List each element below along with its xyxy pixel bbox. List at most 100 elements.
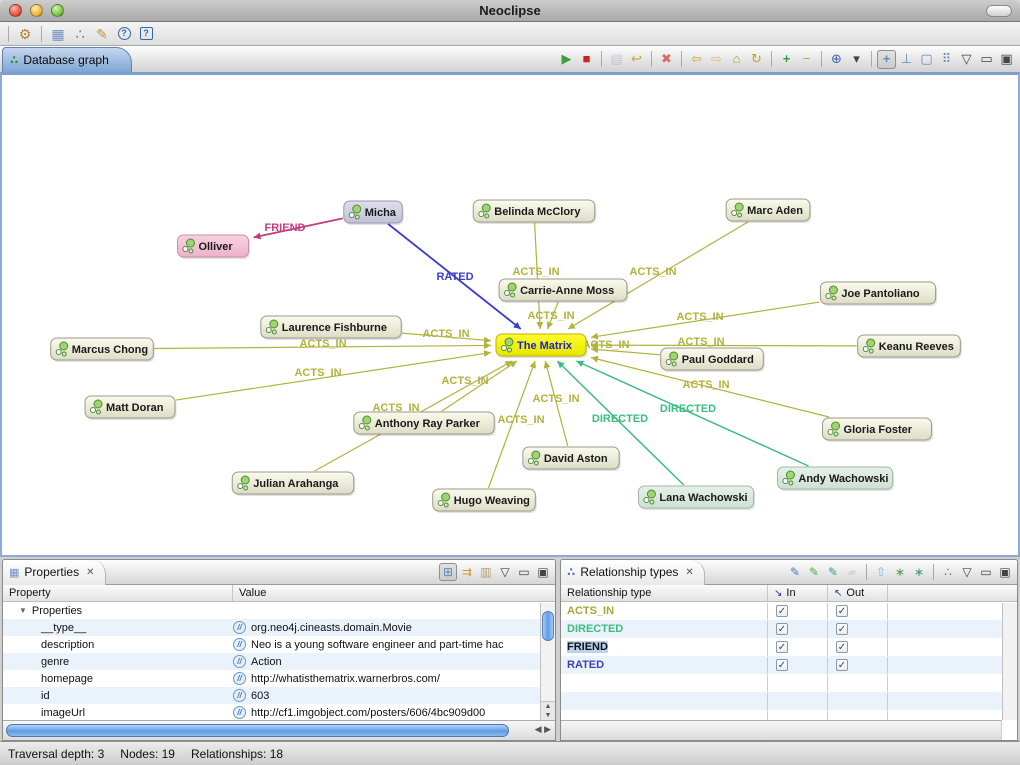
graph-node-lana[interactable]: Lana Wachowski <box>638 486 755 510</box>
property-row-type[interactable]: __type__//org.neo4j.cineasts.domain.Movi… <box>3 619 555 636</box>
properties-horizontal-scrollbar[interactable]: ◀ ▶ <box>3 720 555 740</box>
run-icon[interactable]: ▶ <box>557 50 576 69</box>
highlight-relationship-icon[interactable]: ✎ <box>786 563 804 581</box>
property-category-row[interactable]: ▼Properties <box>3 602 555 619</box>
marquee-select-icon[interactable]: ▢ <box>917 50 936 69</box>
graph-node-gloria[interactable]: Gloria Foster <box>823 418 933 442</box>
copy-table-icon[interactable]: ▥ <box>477 563 495 581</box>
graph-node-olliver[interactable]: Olliver <box>177 235 250 259</box>
disclosure-triangle-icon[interactable]: ▼ <box>19 606 27 615</box>
property-row-genre[interactable]: genre//Action <box>3 653 555 670</box>
column-header-relationship-type[interactable]: Relationship type <box>561 585 768 601</box>
minimize-view-icon[interactable]: ▭ <box>515 563 533 581</box>
magnifier-icon[interactable]: ⊕ <box>827 50 846 69</box>
preferences-gear-icon[interactable]: ⚙ <box>15 24 35 44</box>
graph-node-belinda[interactable]: Belinda McClory <box>473 200 596 224</box>
in-checkbox[interactable]: ✓ <box>776 659 788 671</box>
graph-node-marc[interactable]: Marc Aden <box>726 199 811 223</box>
graph-node-micha[interactable]: Micha <box>344 201 404 225</box>
dynamic-help-icon[interactable]: ? <box>136 24 156 44</box>
graph-node-marcus[interactable]: Marcus Chong <box>51 338 155 362</box>
zoom-out-icon[interactable]: − <box>797 50 816 69</box>
clear-highlight-icon[interactable]: ▰ <box>843 563 861 581</box>
view-menu-icon[interactable]: ▽ <box>496 563 514 581</box>
relationship-vertical-scrollbar[interactable] <box>1002 603 1017 720</box>
relationship-type-row-rated[interactable]: RATED✓✓ <box>561 656 1017 674</box>
highlighter-icon[interactable]: ✎ <box>92 24 112 44</box>
close-view-icon[interactable]: ✕ <box>685 567 693 578</box>
graph-node-joe[interactable]: Joe Pantoliano <box>820 282 937 306</box>
graph-node-david[interactable]: David Aston <box>523 447 621 471</box>
highlight-start-nodes-icon[interactable]: ✎ <box>805 563 823 581</box>
relationship-types-tab[interactable]: ∴ Relationship types ✕ <box>561 560 705 585</box>
column-header-value[interactable]: Value <box>233 585 555 601</box>
save-icon[interactable]: ▤ <box>607 50 626 69</box>
view-menu-icon[interactable]: ▽ <box>958 563 976 581</box>
grid-layout-icon[interactable]: ⠿ <box>937 50 956 69</box>
column-header-out[interactable]: ↖ Out <box>828 585 888 601</box>
add-incoming-node-icon[interactable]: ∗ <box>910 563 928 581</box>
maximize-view-icon[interactable]: ▣ <box>997 50 1016 69</box>
properties-table-icon[interactable]: ▦ <box>48 24 68 44</box>
out-checkbox[interactable]: ✓ <box>836 605 848 617</box>
highlight-end-nodes-icon[interactable]: ✎ <box>824 563 842 581</box>
delete-icon[interactable]: ✖ <box>657 50 676 69</box>
refresh-icon[interactable]: ↻ <box>747 50 766 69</box>
tree-mode-icon[interactable]: ⊞ <box>439 563 457 581</box>
tab-database-graph[interactable]: ∴ Database graph <box>2 47 132 72</box>
minimize-view-icon[interactable]: ▭ <box>977 50 996 69</box>
maximize-view-icon[interactable]: ▣ <box>534 563 552 581</box>
column-header-property[interactable]: Property <box>3 585 233 601</box>
property-row-id[interactable]: id//603 <box>3 687 555 704</box>
scrollbar-thumb[interactable] <box>542 611 554 641</box>
graph-node-matrix[interactable]: The Matrix <box>496 334 588 358</box>
relationship-type-row-friend[interactable]: FRIEND✓✓ <box>561 638 1017 656</box>
graph-node-julian[interactable]: Julian Arahanga <box>232 472 355 496</box>
properties-vertical-scrollbar[interactable]: ▲▼ <box>540 603 555 720</box>
revert-icon[interactable]: ↩ <box>627 50 646 69</box>
minimize-view-icon[interactable]: ▭ <box>977 563 995 581</box>
add-relationship-icon[interactable]: ⇧ <box>872 563 890 581</box>
zoom-in-icon[interactable]: + <box>777 50 796 69</box>
relationship-type-row-directed[interactable]: DIRECTED✓✓ <box>561 620 1017 638</box>
new-relationship-type-icon[interactable]: ∴ <box>939 563 957 581</box>
follow-selection-icon[interactable]: ⇉ <box>458 563 476 581</box>
graph-node-matt[interactable]: Matt Doran <box>85 396 177 420</box>
in-checkbox[interactable]: ✓ <box>776 623 788 635</box>
out-checkbox[interactable]: ✓ <box>836 641 848 653</box>
scrollbar-thumb[interactable] <box>6 724 509 737</box>
graph-node-anthony[interactable]: Anthony Ray Parker <box>354 412 496 436</box>
graph-nodes-icon[interactable]: ∴ <box>70 24 90 44</box>
add-outgoing-node-icon[interactable]: ∗ <box>891 563 909 581</box>
view-menu-icon[interactable]: ▽ <box>957 50 976 69</box>
pan-mode-icon[interactable]: + <box>877 50 896 69</box>
column-header-in[interactable]: ↘ In <box>768 585 828 601</box>
in-checkbox[interactable]: ✓ <box>776 641 788 653</box>
back-icon[interactable]: ⇦ <box>687 50 706 69</box>
graph-node-keanu[interactable]: Keanu Reeves <box>858 335 962 359</box>
graph-node-laurence[interactable]: Laurence Fishburne <box>261 316 403 340</box>
home-icon[interactable]: ⌂ <box>727 50 746 69</box>
in-checkbox[interactable]: ✓ <box>776 605 788 617</box>
stop-icon[interactable]: ■ <box>577 50 596 69</box>
close-view-icon[interactable]: ✕ <box>86 567 94 578</box>
help-contents-icon[interactable]: ? <box>114 24 134 44</box>
zoom-dropdown-icon[interactable]: ▾ <box>847 50 866 69</box>
scrollbar-arrows[interactable]: ▲▼ <box>541 701 555 720</box>
graph-node-hugo[interactable]: Hugo Weaving <box>433 489 537 513</box>
scrollbar-arrows[interactable]: ◀ ▶ <box>535 724 551 735</box>
out-checkbox[interactable]: ✓ <box>836 623 848 635</box>
relationship-horizontal-scrollbar[interactable] <box>561 720 1017 740</box>
forward-icon[interactable]: ⇨ <box>707 50 726 69</box>
graph-node-paul[interactable]: Paul Goddard <box>661 348 765 372</box>
toolbar-toggle-button[interactable] <box>986 5 1012 17</box>
relationship-type-row-acts_in[interactable]: ACTS_IN✓✓ <box>561 602 1017 620</box>
properties-tab[interactable]: ▦ Properties ✕ <box>3 560 106 585</box>
property-row-description[interactable]: description//Neo is a young software eng… <box>3 636 555 653</box>
graph-node-carrie[interactable]: Carrie-Anne Moss <box>499 279 628 303</box>
graph-canvas[interactable]: FRIENDRATEDACTS_INACTS_INACTS_INACTS_INA… <box>2 75 1014 553</box>
graph-node-andy[interactable]: Andy Wachowski <box>777 467 894 491</box>
out-checkbox[interactable]: ✓ <box>836 659 848 671</box>
property-row-imageUrl[interactable]: imageUrl//http://cf1.imgobject.com/poste… <box>3 704 555 721</box>
tree-layout-icon[interactable]: ⊥ <box>897 50 916 69</box>
